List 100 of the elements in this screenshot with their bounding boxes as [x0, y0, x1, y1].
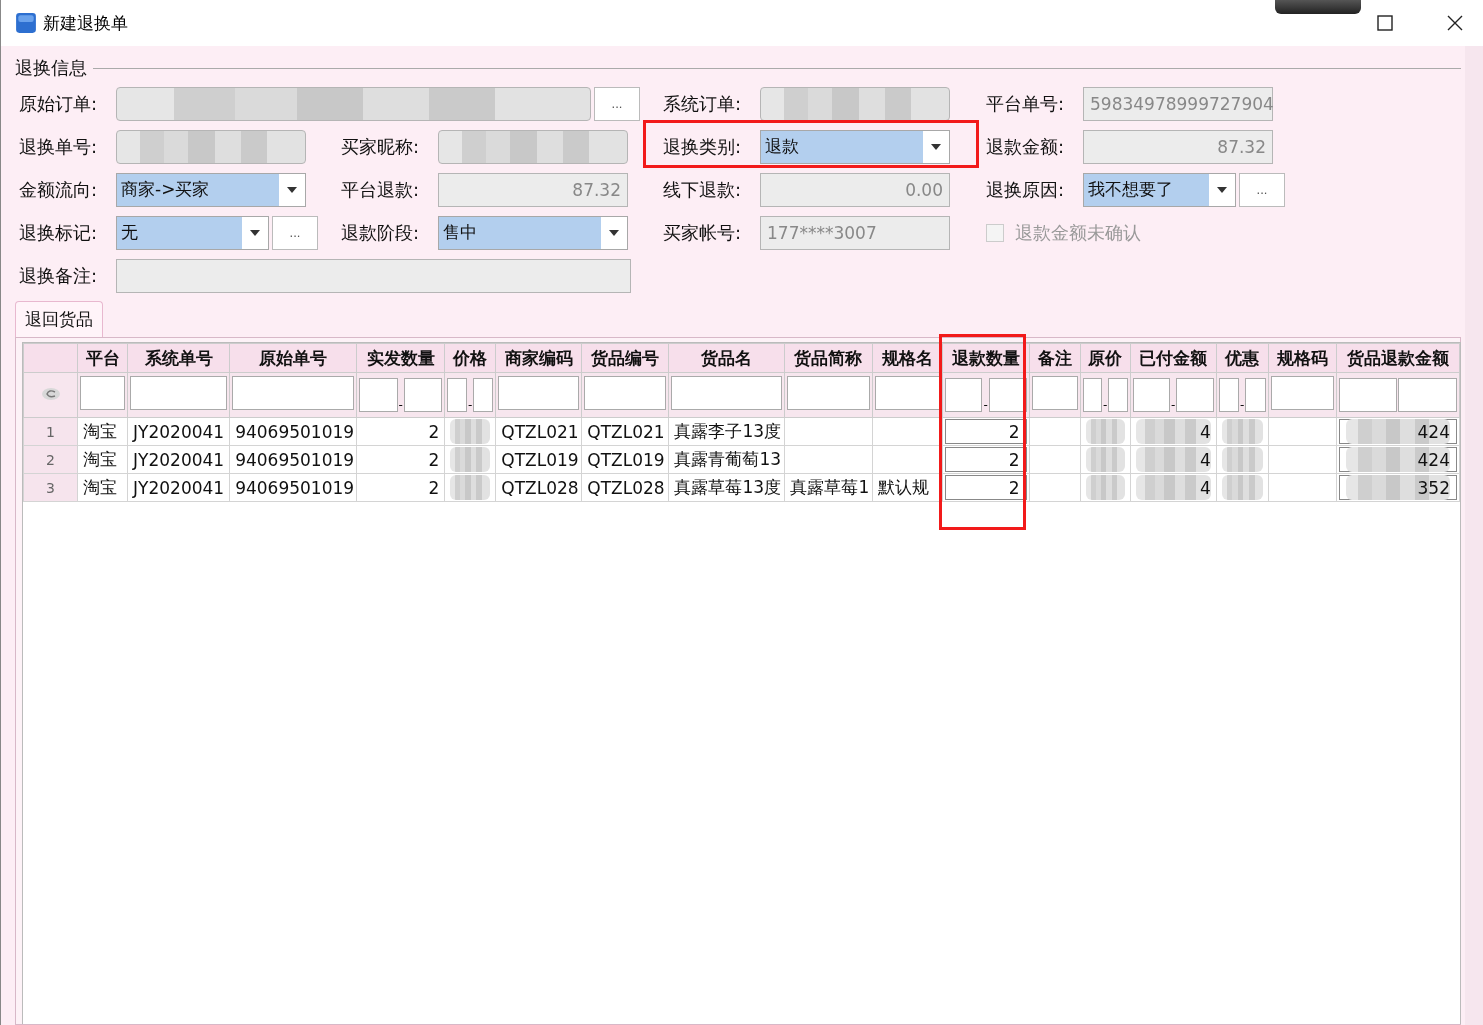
range-separator: - [468, 398, 473, 412]
filter-field[interactable] [473, 378, 494, 412]
close-icon[interactable] [1447, 15, 1463, 31]
column-header[interactable]: 优惠 [1216, 343, 1269, 373]
column-header[interactable]: 货品名 [668, 343, 785, 373]
filter-field[interactable] [1108, 378, 1128, 412]
table-cell: 真露青葡萄13 [674, 449, 781, 469]
dropdown[interactable]: 售中 [438, 215, 628, 250]
column-header[interactable]: 价格 [444, 343, 496, 373]
input-field[interactable] [438, 129, 628, 164]
table-cell: 94069501019 [235, 477, 355, 498]
input-field[interactable] [116, 258, 631, 293]
range-separator: - [1102, 398, 1108, 412]
column-header[interactable]: 平台 [77, 343, 128, 373]
row-number: 2 [23, 445, 78, 474]
filter-field[interactable] [671, 376, 783, 410]
table-cell: 2 [1008, 421, 1020, 442]
edit-cell[interactable]: 2 [944, 419, 1027, 444]
section-title: 退换信息 [15, 56, 87, 80]
dropdown[interactable]: 我不想要了 [1083, 172, 1236, 207]
clear-filter-icon[interactable] [40, 386, 61, 401]
column-header[interactable]: 货品退款金额 [1336, 343, 1460, 373]
column-header[interactable]: 系统单号 [127, 343, 230, 373]
window-title: 新建退换单 [43, 11, 129, 35]
field-label: 退换单号: [19, 134, 99, 159]
table-cell: QTZL021 [587, 421, 665, 442]
dropdown[interactable]: 退款 [760, 129, 950, 164]
table-cell: QTZL028 [501, 477, 579, 498]
column-header[interactable]: 原始单号 [229, 343, 357, 373]
column-header[interactable]: 货品简称 [784, 343, 872, 373]
more-button[interactable]: ... [594, 86, 640, 121]
column-header[interactable]: 规格码 [1268, 343, 1337, 373]
filter-field[interactable] [584, 376, 667, 410]
filter-field[interactable] [359, 378, 398, 412]
caret-icon [287, 186, 297, 193]
field-label: 金额流向: [19, 177, 99, 202]
field-label: 退换原因: [986, 177, 1066, 202]
filter-field[interactable] [944, 378, 983, 412]
table-cell: JY2020041 [133, 449, 225, 470]
filter-field[interactable] [1132, 378, 1170, 412]
table-cell: 淘宝 [83, 421, 118, 441]
row-number: 1 [23, 417, 78, 446]
filter-field[interactable] [80, 376, 126, 410]
table-cell: 真露李子13度 [674, 421, 781, 441]
dropdown[interactable]: 无 [116, 215, 269, 250]
filter-field[interactable] [403, 378, 443, 412]
table-cell: 淘宝 [83, 477, 118, 497]
input-field[interactable] [116, 129, 306, 164]
table-cell: 94069501019 [235, 449, 355, 470]
tab[interactable]: 退回货品 [15, 301, 103, 337]
filter-field[interactable] [874, 376, 940, 410]
table-cell: 4 [1135, 475, 1211, 500]
field-label: 退款阶段: [341, 220, 421, 245]
field-label: 退换标记: [19, 220, 99, 245]
edit-cell[interactable]: 2 [944, 475, 1027, 500]
input-field[interactable] [760, 86, 950, 121]
field-label: 线下退款: [663, 177, 743, 202]
table-cell: 2 [1008, 449, 1020, 470]
filter-field[interactable] [1338, 378, 1398, 412]
column-header[interactable]: 规格名 [872, 343, 943, 373]
field-label: 原始订单: [19, 91, 99, 116]
row-number: 3 [23, 473, 78, 502]
filter-field[interactable] [498, 376, 580, 410]
dropdown[interactable]: 商家->买家 [116, 172, 306, 207]
maximize-icon[interactable] [1377, 15, 1393, 31]
input-field[interactable] [116, 86, 591, 121]
more-button[interactable]: ... [1239, 172, 1285, 207]
filter-field[interactable] [1031, 376, 1078, 410]
filter-field[interactable] [1245, 378, 1266, 412]
column-header[interactable]: 实发数量 [356, 343, 445, 373]
filter-field[interactable] [988, 378, 1027, 412]
column-header[interactable]: 商家编码 [495, 343, 582, 373]
caret-icon [609, 229, 619, 236]
column-header[interactable]: 原价 [1080, 343, 1131, 373]
table-cell: 4 [1135, 447, 1211, 472]
filter-field[interactable] [1082, 378, 1102, 412]
range-separator: - [983, 398, 988, 412]
column-header[interactable]: 退款数量 [942, 343, 1030, 373]
filter-field[interactable] [1176, 378, 1214, 412]
filter-field[interactable] [787, 376, 870, 410]
filter-field[interactable] [130, 376, 228, 410]
edit-cell[interactable]: 2 [944, 447, 1027, 472]
caret-icon [250, 229, 260, 236]
table-cell: 真露草莓1 [790, 477, 870, 497]
filter-field[interactable] [1218, 378, 1240, 412]
column-header[interactable]: 货品编号 [581, 343, 669, 373]
filter-field[interactable] [1398, 378, 1457, 412]
field-label: 退款金额: [986, 134, 1066, 159]
field-label: 买家昵称: [341, 134, 421, 159]
caret-icon [1217, 186, 1227, 193]
table-cell: 94069501019 [235, 421, 355, 442]
filter-field[interactable] [1270, 376, 1334, 410]
caret-icon [931, 143, 941, 150]
filter-field[interactable] [232, 376, 355, 410]
table-cell: QTZL028 [587, 477, 665, 498]
column-header[interactable]: 已付金额 [1130, 343, 1217, 373]
table-cell: 真露草莓13度 [674, 477, 781, 497]
column-header[interactable]: 备注 [1029, 343, 1081, 373]
filter-field[interactable] [447, 378, 468, 412]
more-button[interactable]: ... [272, 215, 318, 250]
